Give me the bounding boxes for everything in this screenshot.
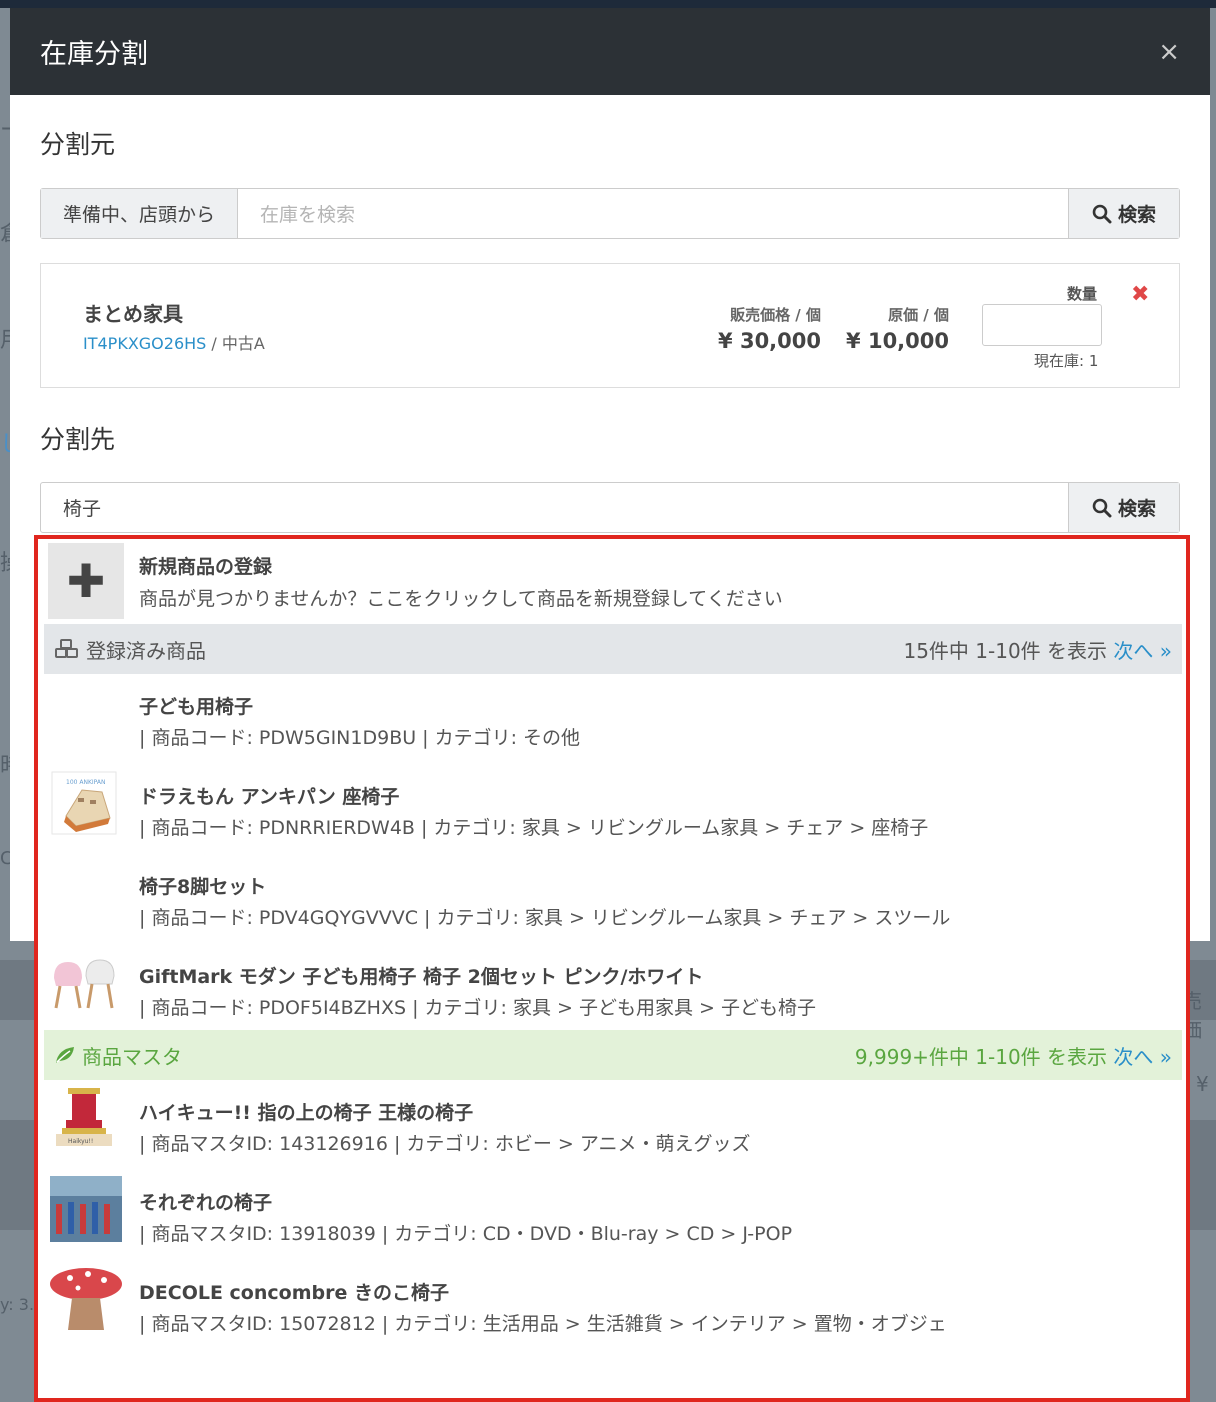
registered-products-header: 登録済み商品 15件中 1-10件 を表示 次へ » <box>44 624 1182 674</box>
new-product-row[interactable]: ✚ 新規商品の登録 商品が見つかりませんか？ここをクリックして商品を新規登録して… <box>44 539 1182 624</box>
master-item-row[interactable]: それぞれの椅子 | 商品マスタID: 13918039 | カテゴリ: CD・D… <box>44 1170 1182 1260</box>
svg-text:100 ANKIPAN: 100 ANKIPAN <box>66 779 105 786</box>
target-search-input[interactable]: 椅子 <box>41 483 1068 532</box>
close-icon[interactable]: × <box>1158 37 1180 67</box>
new-product-subtitle: 商品が見つかりませんか？ここをクリックして商品を新規登録してください <box>139 588 783 610</box>
source-search-input[interactable]: 在庫を検索 <box>238 189 1068 238</box>
source-search-button-label: 検索 <box>1117 204 1156 226</box>
remove-icon[interactable]: ✖ <box>1131 282 1149 307</box>
item-title: それぞれの椅子 <box>139 1192 273 1214</box>
source-item-code-link[interactable]: IT4PKXGO26HS <box>83 334 206 353</box>
item-subtitle: | 商品コード: PDOF5I4BZHXS | カテゴリ: 家具 > 子ども用家… <box>139 997 816 1019</box>
item-title: DECOLE concombre きのこ椅子 <box>139 1282 449 1304</box>
search-icon <box>1092 204 1112 223</box>
cost-label: 原価 / 個 <box>888 306 949 324</box>
registered-item-row[interactable]: 子ども用椅子 | 商品コード: PDW5GIN1D9BU | カテゴリ: その他 <box>44 674 1182 764</box>
search-results-dropdown: ✚ 新規商品の登録 商品が見つかりませんか？ここをクリックして商品を新規登録して… <box>34 535 1190 1402</box>
registered-products-pagination: 15件中 1-10件 を表示 次へ » <box>903 635 1172 664</box>
product-master-header: 商品マスタ 9,999+件中 1-10件 を表示 次へ » <box>44 1030 1182 1080</box>
bread-chair-thumbnail: 100 ANKIPAN <box>51 771 117 835</box>
master-item-row[interactable]: DECOLE concombre きのこ椅子 | 商品マスタID: 150728… <box>44 1260 1182 1350</box>
master-item-row[interactable]: Haikyu!! ハイキュー!! 指の上の椅子 王様の椅子 | 商品マスタID:… <box>44 1080 1182 1170</box>
source-search-placeholder: 在庫を検索 <box>260 204 356 226</box>
sale-price-value: ¥ 30,000 <box>718 329 821 353</box>
current-stock: 現在庫: 1 <box>1034 352 1099 370</box>
target-search-group: 椅子 検索 <box>40 482 1180 533</box>
registered-next-link[interactable]: 次へ » <box>1113 639 1172 663</box>
mushroom-stool-thumbnail <box>50 1268 122 1330</box>
source-item-card: まとめ家具 IT4PKXGO26HS / 中古A 販売価格 / 個 ¥ 30,0… <box>40 263 1180 388</box>
master-count: 9,999+件中 1-10件 を表示 <box>854 1044 1114 1069</box>
svg-text:Haikyu!!: Haikyu!! <box>68 1138 93 1145</box>
modal-header: 在庫分割 × <box>10 8 1210 95</box>
cubes-icon <box>55 639 78 658</box>
item-subtitle: | 商品マスタID: 143126916 | カテゴリ: ホビー > アニメ・萌… <box>139 1133 751 1155</box>
cost-value: ¥ 10,000 <box>846 329 949 353</box>
modal-title: 在庫分割 <box>40 39 148 70</box>
item-subtitle: | 商品マスタID: 13918039 | カテゴリ: CD・DVD・Blu-r… <box>139 1223 793 1245</box>
item-subtitle: | 商品コード: PDW5GIN1D9BU | カテゴリ: その他 <box>139 727 581 749</box>
kids-chairs-thumbnail <box>54 959 115 1009</box>
quantity-label: 数量 <box>1067 285 1098 303</box>
plus-icon: ✚ <box>48 543 124 619</box>
registered-item-row[interactable]: 100 ANKIPAN ドラえもん アンキパン 座椅子 | 商品コード: PDN… <box>44 764 1182 854</box>
item-subtitle: | 商品マスタID: 15072812 | カテゴリ: 生活用品 > 生活雑貨 … <box>139 1313 947 1335</box>
item-title: 椅子8脚セット <box>139 876 267 898</box>
quantity-input[interactable] <box>982 304 1102 346</box>
target-section-title: 分割先 <box>40 425 116 454</box>
leaf-icon <box>56 1047 74 1063</box>
item-title: ハイキュー!! 指の上の椅子 王様の椅子 <box>139 1102 474 1124</box>
target-search-button-label: 検索 <box>1117 498 1156 520</box>
target-search-value: 椅子 <box>63 498 102 520</box>
search-icon <box>1092 498 1112 517</box>
source-filter-addon[interactable]: 準備中、店頭から <box>41 189 239 238</box>
cost-column: 原価 / 個 ¥ 10,000 <box>846 304 949 353</box>
source-item-code-line: IT4PKXGO26HS / 中古A <box>83 330 265 354</box>
page-top-bar <box>0 0 1216 8</box>
item-title: ドラえもん アンキパン 座椅子 <box>139 786 400 808</box>
target-search-button[interactable]: 検索 <box>1068 483 1179 532</box>
source-search-group: 準備中、店頭から 在庫を検索 検索 <box>40 188 1180 239</box>
sale-price-column: 販売価格 / 個 ¥ 30,000 <box>718 304 821 353</box>
source-search-button[interactable]: 検索 <box>1068 189 1179 238</box>
item-title: GiftMark モダン 子ども用椅子 椅子 2個セット ピンク/ホワイト <box>139 966 704 988</box>
new-product-title: 新規商品の登録 <box>139 556 273 578</box>
product-master-pagination: 9,999+件中 1-10件 を表示 次へ » <box>855 1041 1172 1070</box>
source-item-condition: / 中古A <box>206 334 265 353</box>
bg-fragment: ¥ <box>1196 1072 1209 1096</box>
source-item-name: まとめ家具 <box>83 302 183 326</box>
registered-count: 15件中 1-10件 を表示 <box>903 638 1114 663</box>
registered-products-label: 登録済み商品 <box>86 638 206 663</box>
cd-cover-thumbnail <box>50 1176 122 1242</box>
dropdown-list: ✚ 新規商品の登録 商品が見つかりませんか？ここをクリックして商品を新規登録して… <box>44 539 1182 1350</box>
item-title: 子ども用椅子 <box>139 696 254 718</box>
throne-thumbnail: Haikyu!! <box>56 1088 112 1146</box>
sale-price-label: 販売価格 / 個 <box>730 306 821 324</box>
item-subtitle: | 商品コード: PDV4GQYGVVVC | カテゴリ: 家具 > リビングル… <box>139 907 951 929</box>
registered-item-row[interactable]: GiftMark モダン 子ども用椅子 椅子 2個セット ピンク/ホワイト | … <box>44 944 1182 1030</box>
master-next-link[interactable]: 次へ » <box>1113 1045 1172 1069</box>
source-section-title: 分割元 <box>40 130 116 159</box>
product-master-label: 商品マスタ <box>82 1044 182 1069</box>
registered-item-row[interactable]: 椅子8脚セット | 商品コード: PDV4GQYGVVVC | カテゴリ: 家具… <box>44 854 1182 944</box>
item-subtitle: | 商品コード: PDNRRIERDW4B | カテゴリ: 家具 > リビングル… <box>139 817 929 839</box>
